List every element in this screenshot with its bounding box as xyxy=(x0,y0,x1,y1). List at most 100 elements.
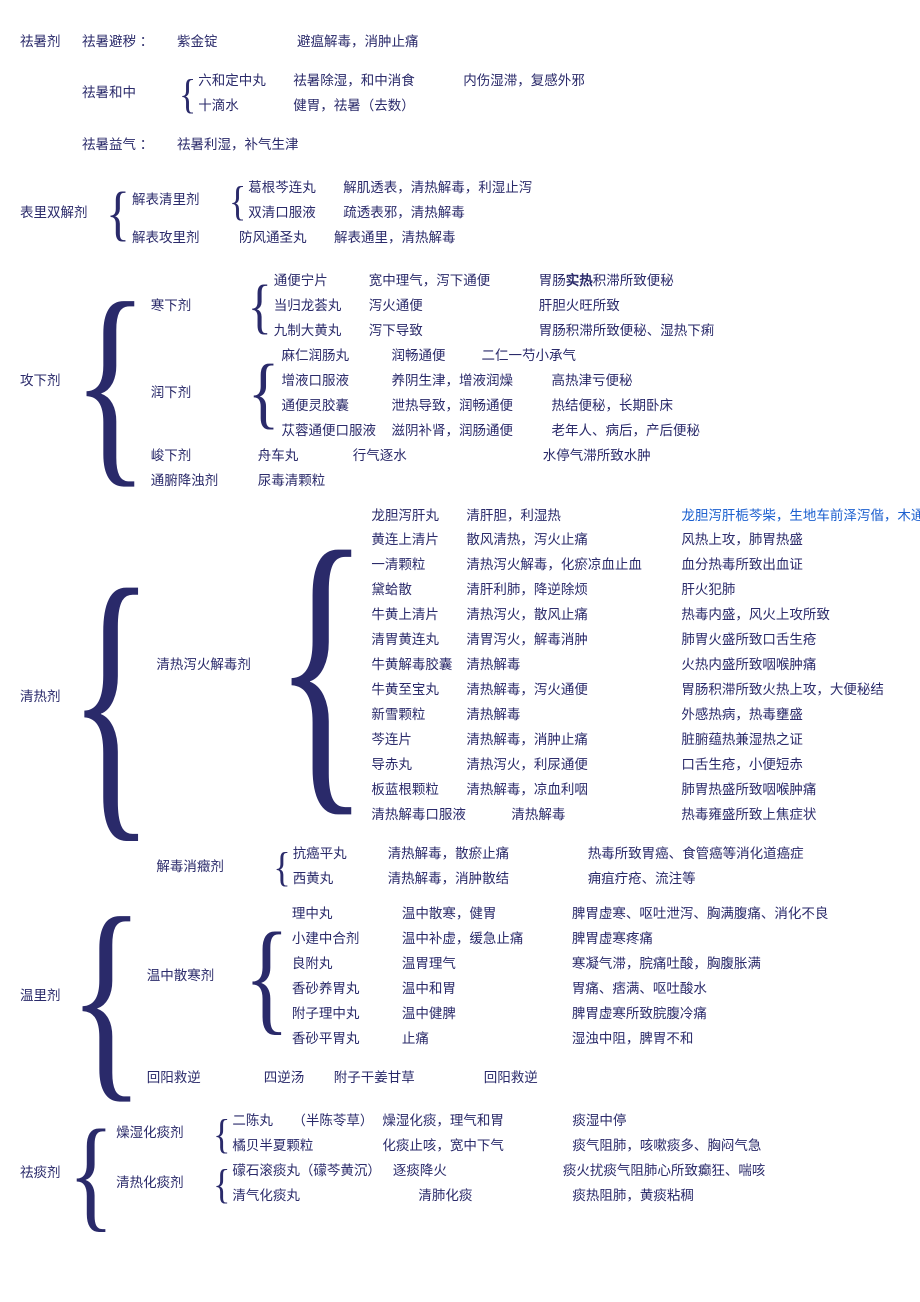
row: 新雪颗粒清热解毒外感热病，热毒壅盛 xyxy=(371,703,920,728)
row: 芩连片清热解毒，消肿止痛脏腑蕴热兼湿热之证 xyxy=(371,728,920,753)
ind: 热毒雍盛所致上焦症状 xyxy=(681,803,816,828)
gongxia-title: 攻下剂 xyxy=(20,369,70,394)
ind: 湿浊中阻，脾胃不和 xyxy=(572,1027,694,1052)
eff: 清热解毒，散瘀止痛 xyxy=(388,842,588,867)
label: 祛暑和中 xyxy=(82,81,177,106)
ind: 胃痛、痞满、呕吐酸水 xyxy=(572,977,707,1002)
med: 防风通圣丸 xyxy=(239,226,334,251)
med: 新雪颗粒 xyxy=(371,703,466,728)
qutan-zaoshi: 燥湿化痰剂 { 二陈丸 （半陈苓草） 燥湿化痰，理气和胃 痰湿中停 橘贝半夏颗粒… xyxy=(116,1109,765,1159)
eff: 泻下导致 xyxy=(369,319,539,344)
brace-icon: { xyxy=(106,183,130,243)
qushu-yiqi-row: 祛暑益气 ： 祛暑利湿，补气生津 xyxy=(82,133,585,158)
eff: 润畅通便 xyxy=(391,344,481,369)
med: 通便宁片 xyxy=(274,269,369,294)
med: 导赤丸 xyxy=(371,753,466,778)
row: 二陈丸 （半陈苓草） 燥湿化痰，理气和胃 痰湿中停 xyxy=(232,1109,761,1134)
label: 祛暑益气 ： xyxy=(82,133,177,158)
row: 通便灵胶囊泄热导致，润畅通便热结便秘，长期卧床 xyxy=(281,394,700,419)
eff: 清热解毒，消肿止痛 xyxy=(466,728,681,753)
blsj-title: 表里双解剂 xyxy=(20,201,104,226)
med: 双清口服液 xyxy=(248,201,343,226)
med: 清气化痰丸 xyxy=(232,1184,418,1209)
section-qingre: 清热剂 { 清热泻火解毒剂 { 龙胆泻肝丸清肝胆，利湿热龙胆泻肝栀芩柴，生地车前… xyxy=(20,504,900,893)
section-wenli: 温里剂 { 温中散寒剂 { 理中丸温中散寒，健胃脾胃虚寒、呕吐泄泻、胸满腹痛、消… xyxy=(20,902,900,1091)
med: 黛蛤散 xyxy=(371,578,466,603)
med: 香砂平胃丸 xyxy=(292,1027,402,1052)
row: 清热解毒口服液清热解毒热毒雍盛所致上焦症状 xyxy=(371,803,920,828)
brace-icon: { xyxy=(248,276,272,336)
ind: 老年人、病后，产后便秘 xyxy=(551,419,700,444)
label: 燥湿化痰剂 xyxy=(116,1121,211,1146)
med: 一清颗粒 xyxy=(371,553,466,578)
eff: 祛暑除湿，和中消食 xyxy=(293,69,463,94)
ind: 火热内盛所致咽喉肿痛 xyxy=(681,653,816,678)
med: 麻仁润肠丸 xyxy=(281,344,391,369)
med: 黄连上清片 xyxy=(371,528,466,553)
row: 当归龙荟丸 泻火通便 肝胆火旺所致 xyxy=(274,294,715,319)
med: 良附丸 xyxy=(292,952,402,977)
med: 九制大黄丸 xyxy=(274,319,369,344)
section-qushu: 祛暑剂 祛暑避秽 ： 紫金锭 避瘟解毒，消肿止痛 祛暑和中 { 六和定中丸 祛暑… xyxy=(20,30,900,158)
brace-icon: { xyxy=(72,269,149,493)
row: 十滴水 健胃，祛暑（去数） xyxy=(198,94,585,119)
ind: 热结便秘，长期卧床 xyxy=(551,394,673,419)
eff: 避瘟解毒，消肿止痛 xyxy=(297,30,419,55)
med: 二陈丸 xyxy=(232,1109,292,1134)
eff: 行气逐水 xyxy=(353,444,543,469)
eff: 温中健脾 xyxy=(402,1002,572,1027)
eff: 清热解毒，凉血利咽 xyxy=(466,778,681,803)
eff: 逐痰降火 xyxy=(393,1159,563,1184)
comp: （半陈苓草） xyxy=(292,1109,382,1134)
ind: 肝火犯肺 xyxy=(681,578,735,603)
section-blsj: 表里双解剂 { 解表清里剂 { 葛根芩连丸 解肌透表，清热解毒，利湿止泻 双清口… xyxy=(20,176,900,251)
row: 板蓝根颗粒清热解毒，凉血利咽肺胃热盛所致咽喉肿痛 xyxy=(371,778,920,803)
ind: 风热上攻，肺胃热盛 xyxy=(681,528,803,553)
row: 香砂平胃丸止痛湿浊中阻，脾胃不和 xyxy=(292,1027,829,1052)
eff: 燥湿化痰，理气和胃 xyxy=(382,1109,572,1134)
ind: 脾胃虚寒、呕吐泄泻、胸满腹痛、消化不良 xyxy=(572,902,829,927)
gongxia-tongfu-row: 通腑降浊剂 尿毒清颗粒 xyxy=(151,469,715,494)
ind: 脾胃虚寒所致脘腹冷痛 xyxy=(572,1002,707,1027)
ind: 热毒内盛，风火上攻所致 xyxy=(681,603,830,628)
qingre-jiedu: 解毒消癥剂 { 抗癌平丸 清热解毒，散瘀止痛 热毒所致胃癌、食管癌等消化道癌症 … xyxy=(156,842,920,892)
med: 牛黄上清片 xyxy=(371,603,466,628)
row: 礞石滚痰丸（礞芩黄沉） 逐痰降火 痰火扰痰气阻肺心所致癫狂、喘咳 xyxy=(232,1159,765,1184)
row: 一清颗粒清热泻火解毒，化瘀凉血止血血分热毒所致出血证 xyxy=(371,553,920,578)
section-gongxia: 攻下剂 { 寒下剂 { 通便宁片 宽中理气，泻下通便 胃肠实热积滞所致便秘 当归… xyxy=(20,269,900,494)
eff: 清热泻火，散风止痛 xyxy=(466,603,681,628)
label: 解表攻里剂 xyxy=(132,226,227,251)
eff: 泻火通便 xyxy=(369,294,539,319)
eff: 宽中理气，泻下通便 xyxy=(369,269,539,294)
eff: 清热解毒，泻火通便 xyxy=(466,678,681,703)
med: 葛根芩连丸 xyxy=(248,176,343,201)
eff: 滋阴补肾，润肠通便 xyxy=(391,419,551,444)
qushu-bichu-row: 祛暑避秽 ： 紫金锭 避瘟解毒，消肿止痛 xyxy=(82,30,585,55)
ind: 胃肠积滞所致火热上攻，大便秘结 xyxy=(681,678,884,703)
row: 附子理中丸温中健脾脾胃虚寒所致脘腹冷痛 xyxy=(292,1002,829,1027)
med: 礞石滚痰丸（礞芩黄沉） xyxy=(232,1159,381,1184)
qushu-title: 祛暑剂 xyxy=(20,30,82,55)
ind: 寒凝气滞，脘痛吐酸，胸腹胀满 xyxy=(572,952,761,977)
med: 紫金锭 xyxy=(177,30,297,55)
label: 祛暑避秽 ： xyxy=(82,30,177,55)
ind: 胃肠积滞所致便秘、湿热下痢 xyxy=(539,319,715,344)
eff: 清肝利肺，降逆除烦 xyxy=(466,578,681,603)
row: 西黄丸 清热解毒，消肿散结 痈疽疔疮、流注等 xyxy=(293,867,804,892)
qingre-title: 清热剂 xyxy=(20,685,66,710)
ind: 痰火扰痰气阻肺心所致癫狂、喘咳 xyxy=(563,1159,766,1184)
eff: 清热泻火，利尿通便 xyxy=(466,753,681,778)
label: 峻下剂 xyxy=(151,444,246,469)
brace-icon: { xyxy=(68,545,154,851)
eff: 解表通里，清热解毒 xyxy=(334,226,456,251)
ind: 痈疽疔疮、流注等 xyxy=(588,867,696,892)
med: 清热解毒口服液 xyxy=(371,803,511,828)
row: 牛黄上清片清热泻火，散风止痛热毒内盛，风火上攻所致 xyxy=(371,603,920,628)
wenli-sanhan: 温中散寒剂 { 理中丸温中散寒，健胃脾胃虚寒、呕吐泄泻、胸满腹痛、消化不良小建中… xyxy=(147,902,829,1052)
brace-icon: { xyxy=(244,915,290,1040)
row: 六和定中丸 祛暑除湿，和中消食 内伤湿滞，复感外邪 xyxy=(198,69,585,94)
med: 牛黄解毒胶囊 xyxy=(371,653,466,678)
med: 通便灵胶囊 xyxy=(281,394,391,419)
eff: 止痛 xyxy=(402,1027,572,1052)
ind: 脾胃虚寒疼痛 xyxy=(572,927,653,952)
